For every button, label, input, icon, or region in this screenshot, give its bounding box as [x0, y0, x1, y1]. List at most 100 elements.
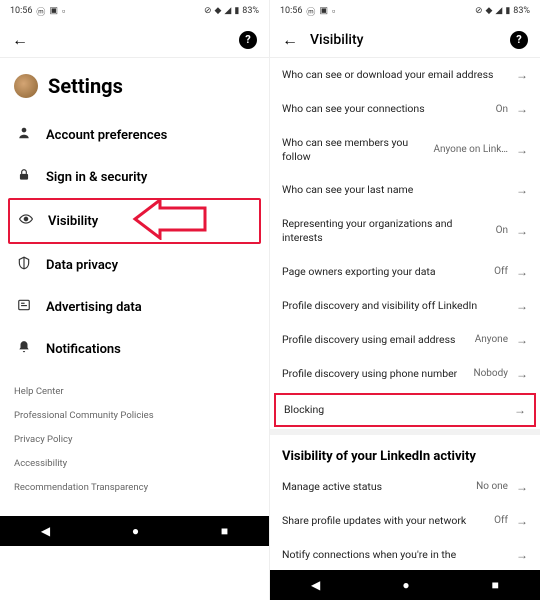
row-blocking[interactable]: Blocking → — [274, 393, 536, 427]
row-label: Profile discovery using email address — [282, 333, 467, 347]
visibility-list: Who can see or download your email addre… — [270, 58, 540, 570]
menu-account-preferences[interactable]: Account preferences — [8, 114, 261, 156]
row-share-updates[interactable]: Share profile updates with your network … — [270, 504, 540, 538]
help-icon[interactable]: ? — [510, 31, 528, 49]
android-navbar: ◀ ● ■ — [270, 570, 540, 600]
chevron-right-icon: → — [516, 143, 528, 157]
battery-percent: 83% — [513, 6, 530, 16]
chevron-right-icon: → — [516, 548, 528, 562]
section-title: Visibility of your LinkedIn activity — [270, 435, 540, 470]
row-value: Nobody — [473, 368, 508, 379]
app-icon: ⓜ — [306, 5, 315, 18]
row-label: Representing your organizations and inte… — [282, 217, 488, 244]
row-discovery-phone[interactable]: Profile discovery using phone number Nob… — [270, 357, 540, 391]
footer-link[interactable]: Recommendation Transparency — [14, 482, 255, 493]
app-icon: ▫ — [332, 6, 335, 17]
footer-link[interactable]: Privacy Policy — [14, 434, 255, 445]
lock-icon — [16, 168, 32, 186]
nav-recent-icon[interactable]: ■ — [492, 578, 499, 592]
avatar[interactable] — [14, 74, 38, 98]
row-members-follow[interactable]: Who can see members you follow Anyone on… — [270, 126, 540, 173]
chevron-right-icon: → — [516, 183, 528, 197]
row-connections[interactable]: Who can see your connections On → — [270, 92, 540, 126]
newspaper-icon — [16, 298, 32, 316]
row-label: Profile discovery and visibility off Lin… — [282, 299, 500, 313]
menu-notifications[interactable]: Notifications — [8, 328, 261, 370]
row-value: Anyone on Link… — [433, 144, 508, 155]
android-navbar: ◀ ● ■ — [0, 516, 269, 546]
annotation-arrow — [130, 198, 210, 244]
menu-data-privacy[interactable]: Data privacy — [8, 244, 261, 286]
row-label: Blocking — [284, 403, 498, 417]
phone-left: 10:56 ⓜ ▣ ▫ ⊘ ◆ ◢ ▮ 83% ← ? Settings — [0, 0, 270, 600]
help-icon[interactable]: ? — [239, 31, 257, 49]
chevron-right-icon: → — [516, 514, 528, 528]
app-icon: ▣ — [49, 6, 58, 16]
nav-home-icon[interactable]: ● — [132, 524, 139, 538]
nav-home-icon[interactable]: ● — [402, 578, 409, 592]
person-icon — [16, 126, 32, 144]
row-organizations[interactable]: Representing your organizations and inte… — [270, 207, 540, 254]
back-icon[interactable]: ← — [12, 30, 28, 50]
app-icon: ▫ — [62, 6, 65, 17]
menu-label: Sign in & security — [46, 170, 147, 185]
menu-label: Notifications — [46, 342, 121, 357]
row-label: Notify connections when you're in the — [282, 548, 500, 562]
signal-icon: ◢ — [495, 6, 502, 16]
chevron-right-icon: → — [514, 403, 526, 417]
page-title: Settings — [48, 74, 123, 98]
chevron-right-icon: → — [516, 480, 528, 494]
menu-label: Visibility — [48, 214, 98, 229]
row-value: Anyone — [475, 334, 508, 345]
wifi-icon: ◆ — [485, 6, 492, 16]
footer-link[interactable]: Accessibility — [14, 458, 255, 469]
row-label: Who can see or download your email addre… — [282, 68, 500, 82]
chevron-right-icon: → — [516, 102, 528, 116]
chevron-right-icon: → — [516, 299, 528, 313]
row-active-status[interactable]: Manage active status No one → — [270, 470, 540, 504]
eye-icon — [18, 212, 34, 230]
topbar: ← Visibility ? — [270, 22, 540, 58]
row-label: Manage active status — [282, 480, 468, 494]
menu-label: Account preferences — [46, 128, 167, 143]
nav-back-icon[interactable]: ◀ — [41, 524, 50, 538]
signal-icon: ◢ — [224, 6, 231, 16]
status-time: 10:56 — [10, 6, 32, 16]
row-label: Share profile updates with your network — [282, 514, 486, 528]
menu-advertising-data[interactable]: Advertising data — [8, 286, 261, 328]
row-email-address[interactable]: Who can see or download your email addre… — [270, 58, 540, 92]
row-page-owners[interactable]: Page owners exporting your data Off → — [270, 255, 540, 289]
battery-icon: ▮ — [505, 6, 510, 16]
chevron-right-icon: → — [516, 224, 528, 238]
chevron-right-icon: → — [516, 367, 528, 381]
menu-visibility[interactable]: Visibility — [8, 198, 261, 244]
row-value: No one — [476, 481, 508, 492]
row-value: On — [496, 225, 508, 236]
settings-header: Settings — [0, 58, 269, 114]
topbar-title: Visibility — [310, 32, 498, 48]
app-icon: ⓜ — [36, 5, 45, 18]
row-discovery-email[interactable]: Profile discovery using email address An… — [270, 323, 540, 357]
row-label: Who can see members you follow — [282, 136, 425, 163]
status-time: 10:56 — [280, 6, 302, 16]
footer-links: Help Center Professional Community Polic… — [0, 370, 269, 516]
settings-menu: Account preferences Sign in & security V… — [0, 114, 269, 370]
nav-recent-icon[interactable]: ■ — [221, 524, 228, 538]
row-last-name[interactable]: Who can see your last name → — [270, 173, 540, 207]
menu-sign-in-security[interactable]: Sign in & security — [8, 156, 261, 198]
nav-back-icon[interactable]: ◀ — [311, 578, 320, 592]
footer-link[interactable]: Professional Community Policies — [14, 410, 255, 421]
shield-icon — [16, 256, 32, 274]
app-icon: ▣ — [319, 6, 328, 16]
topbar: ← ? — [0, 22, 269, 58]
bell-icon — [16, 340, 32, 358]
battery-icon: ▮ — [234, 6, 239, 16]
footer-link[interactable]: Help Center — [14, 386, 255, 397]
row-discovery-off-linkedin[interactable]: Profile discovery and visibility off Lin… — [270, 289, 540, 323]
back-icon[interactable]: ← — [282, 30, 298, 50]
row-value: On — [496, 104, 508, 115]
chevron-right-icon: → — [516, 265, 528, 279]
row-value: Off — [494, 266, 508, 277]
row-notify-connections[interactable]: Notify connections when you're in the → — [270, 538, 540, 570]
row-value: Off — [494, 515, 508, 526]
